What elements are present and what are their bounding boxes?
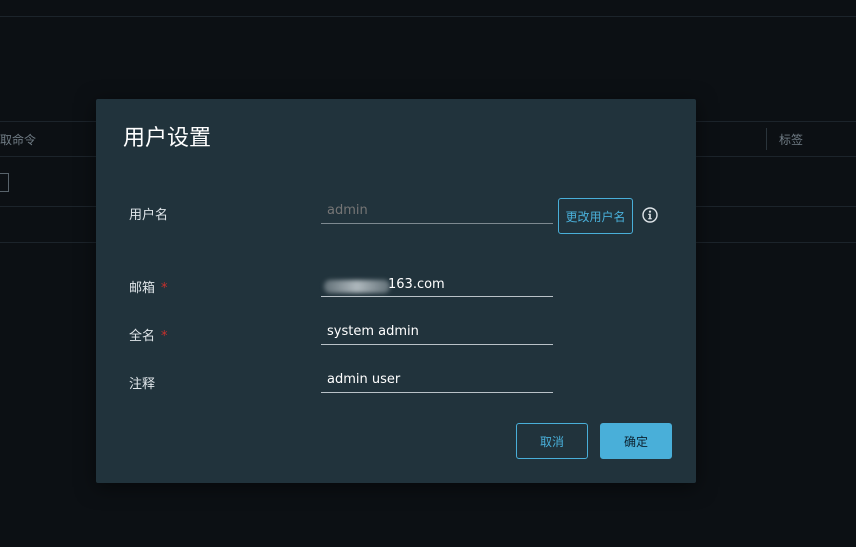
info-circle-icon[interactable] bbox=[642, 207, 658, 223]
table-header-tags: 标签 bbox=[779, 133, 804, 147]
username-input[interactable] bbox=[321, 198, 553, 224]
dialog-title: 用户设置 bbox=[123, 126, 212, 151]
cancel-button[interactable]: 取消 bbox=[516, 423, 588, 459]
column-divider bbox=[766, 128, 767, 150]
email-label-text: 邮箱 bbox=[129, 281, 156, 296]
fullname-required-mark: * bbox=[161, 329, 168, 344]
fullname-label: 全名 * bbox=[129, 325, 168, 344]
fullname-label-text: 全名 bbox=[129, 329, 156, 344]
table-header-command: 取命令 bbox=[0, 133, 37, 147]
email-label: 邮箱 * bbox=[129, 277, 168, 296]
user-settings-dialog: 用户设置 用户名 更改用户名 邮箱 * 163.com 全名 * 注释 取消 确定 bbox=[96, 99, 696, 483]
confirm-button[interactable]: 确定 bbox=[600, 423, 672, 459]
username-label: 用户名 bbox=[129, 208, 169, 223]
row-checkbox[interactable] bbox=[0, 173, 9, 192]
email-input[interactable]: 163.com bbox=[321, 271, 553, 297]
divider bbox=[0, 16, 856, 17]
fullname-input[interactable] bbox=[321, 319, 553, 345]
note-input[interactable] bbox=[321, 367, 553, 393]
email-value: 163.com bbox=[388, 277, 445, 292]
email-required-mark: * bbox=[161, 281, 168, 296]
change-username-button[interactable]: 更改用户名 bbox=[558, 198, 633, 234]
note-label: 注释 bbox=[129, 377, 156, 392]
